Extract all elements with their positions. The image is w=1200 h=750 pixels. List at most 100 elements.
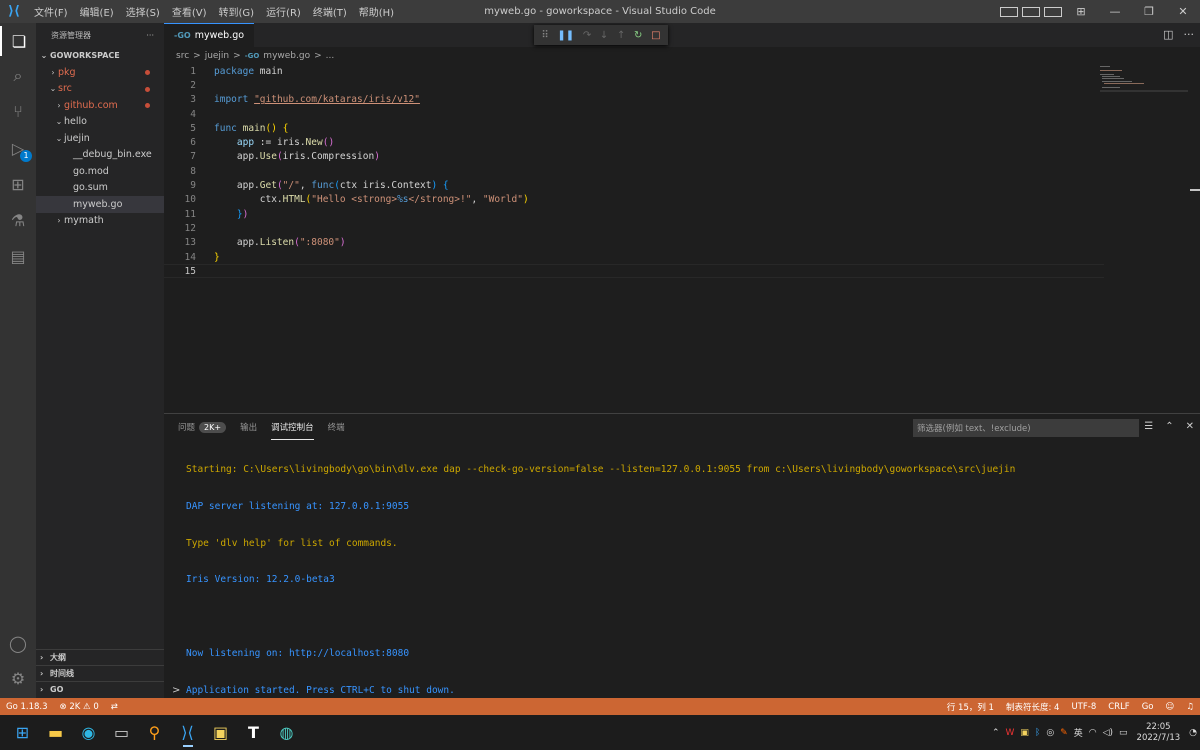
code-editor[interactable]: 1 package main 2 3 import "github.com/kata… (164, 64, 1104, 279)
explorer-icon[interactable]: ❏ (0, 26, 36, 56)
eol-status[interactable]: CRLF (1102, 702, 1135, 712)
menu-terminal[interactable]: 终端(T) (307, 4, 353, 19)
chevron-right-icon: › (40, 669, 44, 678)
notification-center-icon[interactable]: ◔ (1189, 728, 1197, 738)
settings-gear-icon[interactable]: ⚙ (0, 663, 36, 693)
search-icon[interactable]: ⌕ (0, 61, 36, 91)
menu-file[interactable]: 文件(F) (28, 4, 74, 19)
menu-help[interactable]: 帮助(H) (353, 4, 400, 19)
bluetooth-icon[interactable]: ᛒ (1035, 728, 1040, 738)
pause-icon[interactable]: ❚❚ (557, 30, 574, 41)
search-app-icon[interactable]: ⚲ (138, 716, 171, 749)
toggle-sidebar-icon[interactable] (1000, 6, 1018, 17)
typora-app-icon[interactable]: T (237, 716, 270, 749)
tree-item-mymath[interactable]: › mymath (36, 213, 164, 230)
menu-run[interactable]: 运行(R) (260, 4, 307, 19)
tree-item-pkg[interactable]: › pkg (36, 64, 164, 81)
outline-section[interactable]: › 大纲 (36, 649, 164, 665)
tree-item-github[interactable]: › github.com (36, 97, 164, 114)
close-panel-icon[interactable]: ✕ (1186, 421, 1194, 432)
tree-item-juejin[interactable]: ⌄ juejin (36, 130, 164, 147)
tree-item-hello[interactable]: ⌄ hello (36, 114, 164, 131)
step-into-icon[interactable]: ↓ (600, 30, 608, 41)
tray-app-icon[interactable]: ▣ (1020, 728, 1029, 738)
tab-problems[interactable]: 问题 2K+ (178, 414, 227, 440)
line-number: 3 (190, 94, 196, 106)
drag-handle-icon[interactable]: ⠿ (541, 30, 548, 41)
clock[interactable]: 22:05 2022/7/13 (1137, 722, 1181, 744)
tab-debug-console[interactable]: 调试控制台 (271, 414, 314, 440)
breadcrumb-separator: > (314, 50, 322, 61)
menu-view[interactable]: 查看(V) (166, 4, 213, 19)
step-out-icon[interactable]: ↑ (617, 30, 625, 41)
indentation-status[interactable]: 制表符长度: 4 (1000, 701, 1065, 713)
cursor-position[interactable]: 行 15，列 1 (941, 701, 1000, 713)
menu-go[interactable]: 转到(G) (213, 4, 261, 19)
encoding-status[interactable]: UTF-8 (1065, 702, 1102, 712)
menu-edit[interactable]: 编辑(E) (74, 4, 120, 19)
feedback-icon[interactable]: ☺ (1160, 702, 1181, 712)
tree-item-go-sum[interactable]: go.sum (36, 180, 164, 197)
menu-selection[interactable]: 选择(S) (120, 4, 166, 19)
restart-icon[interactable]: ↻ (634, 30, 642, 41)
wifi-icon[interactable]: ◠ (1089, 728, 1097, 738)
clear-console-icon[interactable]: ☰ (1144, 421, 1153, 432)
vscode-taskbar-icon[interactable]: ⟩⟨ (171, 716, 204, 749)
terminal-app-icon[interactable]: ▭ (105, 716, 138, 749)
stop-icon[interactable]: □ (651, 30, 660, 41)
close-button[interactable]: ✕ (1166, 5, 1200, 18)
breadcrumb-symbol[interactable]: ... (326, 51, 335, 61)
ime-indicator[interactable]: 英 (1074, 726, 1083, 739)
go-section[interactable]: › GO (36, 681, 164, 697)
tray-app-icon[interactable]: ✎ (1060, 728, 1068, 738)
tray-expand-icon[interactable]: ⌃ (992, 728, 1000, 738)
toggle-panel-icon[interactable] (1022, 6, 1040, 17)
filter-input[interactable]: 筛选器(例如 text、!exclude) (913, 419, 1139, 437)
tab-myweb-go[interactable]: -GO myweb.go (164, 23, 255, 47)
file-explorer-icon[interactable]: ▬ (39, 716, 72, 749)
timeline-section[interactable]: › 时间线 (36, 665, 164, 681)
extensions-icon[interactable]: ⊞ (0, 169, 36, 199)
volume-icon[interactable]: ◁) (1103, 728, 1113, 738)
step-over-icon[interactable]: ↷ (583, 30, 591, 41)
run-debug-icon[interactable]: ▷ 1 (0, 133, 36, 163)
live-share-icon[interactable]: ⇄ (105, 702, 124, 712)
testing-icon[interactable]: ⚗ (0, 205, 36, 235)
chevron-down-icon: ⌄ (55, 117, 63, 127)
tray-app-icon[interactable]: ◎ (1046, 728, 1054, 738)
battery-icon[interactable]: ▭ (1119, 728, 1128, 738)
breadcrumb-file[interactable]: myweb.go (263, 51, 310, 61)
notifications-bell-icon[interactable]: ♫ (1180, 702, 1200, 712)
minimap[interactable] (1100, 64, 1188, 94)
toggle-secondary-sidebar-icon[interactable] (1044, 6, 1062, 17)
chevron-down-icon: ⌄ (55, 133, 63, 143)
notes-app-icon[interactable]: ▣ (204, 716, 237, 749)
tree-item-myweb-go[interactable]: myweb.go (36, 196, 164, 213)
wps-tray-icon[interactable]: W (1005, 728, 1014, 738)
language-mode[interactable]: Go (1136, 702, 1160, 712)
browser-app-icon[interactable]: ◍ (270, 716, 303, 749)
start-menu-icon[interactable]: ⊞ (6, 716, 39, 749)
customize-layout-icon[interactable]: ⊞ (1064, 5, 1098, 18)
tab-terminal[interactable]: 终端 (328, 414, 345, 440)
tree-item-debug-bin[interactable]: __debug_bin.exe (36, 147, 164, 164)
console-input-prompt[interactable]: > (172, 685, 180, 696)
more-actions-icon[interactable]: ··· (146, 31, 154, 40)
go-version-status[interactable]: Go 1.18.3 (0, 702, 54, 712)
source-control-icon[interactable]: ⑂ (0, 96, 36, 126)
problems-status[interactable]: ⊗ 2K ⚠ 0 (54, 702, 105, 712)
tab-output[interactable]: 输出 (240, 414, 257, 440)
breadcrumb-src[interactable]: src (176, 51, 189, 61)
maximize-panel-icon[interactable]: ⌃ (1165, 421, 1173, 432)
editor-more-icon[interactable]: ··· (1184, 28, 1195, 41)
minimize-button[interactable]: — (1098, 5, 1132, 18)
restore-button[interactable]: ❐ (1132, 5, 1166, 18)
split-editor-icon[interactable]: ◫ (1163, 28, 1173, 41)
breadcrumb-juejin[interactable]: juejin (205, 51, 229, 61)
remote-explorer-icon[interactable]: ▤ (0, 241, 36, 271)
tree-item-src[interactable]: ⌄ src (36, 81, 164, 98)
edge-browser-icon[interactable]: ◉ (72, 716, 105, 749)
tree-item-go-mod[interactable]: go.mod (36, 163, 164, 180)
workspace-root[interactable]: ⌄ GOWORKSPACE (36, 47, 164, 64)
accounts-icon[interactable]: ◯ (0, 628, 36, 658)
